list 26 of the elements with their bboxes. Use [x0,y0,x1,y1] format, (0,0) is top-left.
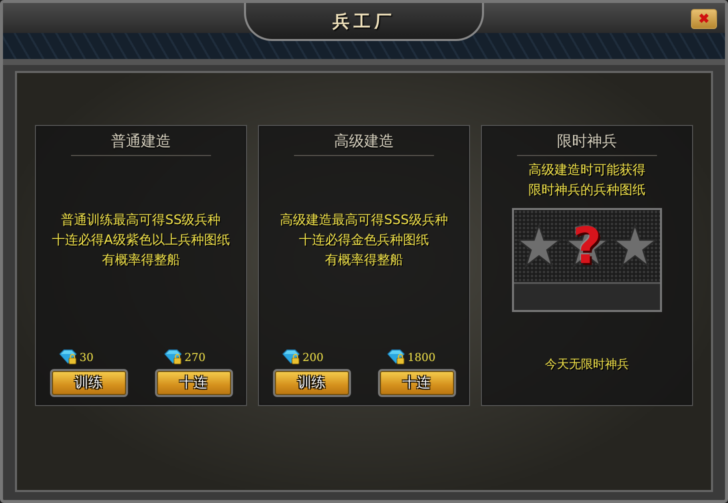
description-line: 普通训练最高可得SS级兵种 [61,212,221,230]
card-title: 普通建造 [71,132,211,156]
build-button[interactable]: 十连 [378,369,456,397]
card-title: 限时神兵 [517,132,657,156]
card-title: 高级建造 [294,132,434,156]
description-line: 十连必得A级紫色以上兵种图纸 [52,232,230,250]
description-line: 高级建造最高可得SSS级兵种 [280,212,448,230]
price-text: 270 [184,350,206,364]
build-button[interactable]: 训练 [272,369,350,397]
window-title: 兵工厂 [332,10,396,32]
description-line: 高级建造时可能获得 [528,162,646,180]
diamond-lock-icon [386,349,406,365]
build-button[interactable]: 十连 [154,369,232,397]
price-text: 1800 [408,350,436,364]
close-button[interactable]: ✖ [691,9,717,29]
description-line: 有概率得整船 [102,252,180,270]
status-text: 今天无限时神兵 [545,356,629,373]
price-text: 200 [302,350,324,364]
description-line: 限时神兵的兵种图纸 [528,182,646,200]
diamond-lock-icon [280,349,300,365]
diamond-lock-icon [58,349,78,365]
price-text: 30 [80,350,94,364]
build-button[interactable]: 训练 [50,369,128,397]
diamond-lock-icon [162,349,182,365]
description-line: 有概率得整船 [324,252,403,270]
description-line: 十连必得金色兵种图纸 [298,232,429,250]
